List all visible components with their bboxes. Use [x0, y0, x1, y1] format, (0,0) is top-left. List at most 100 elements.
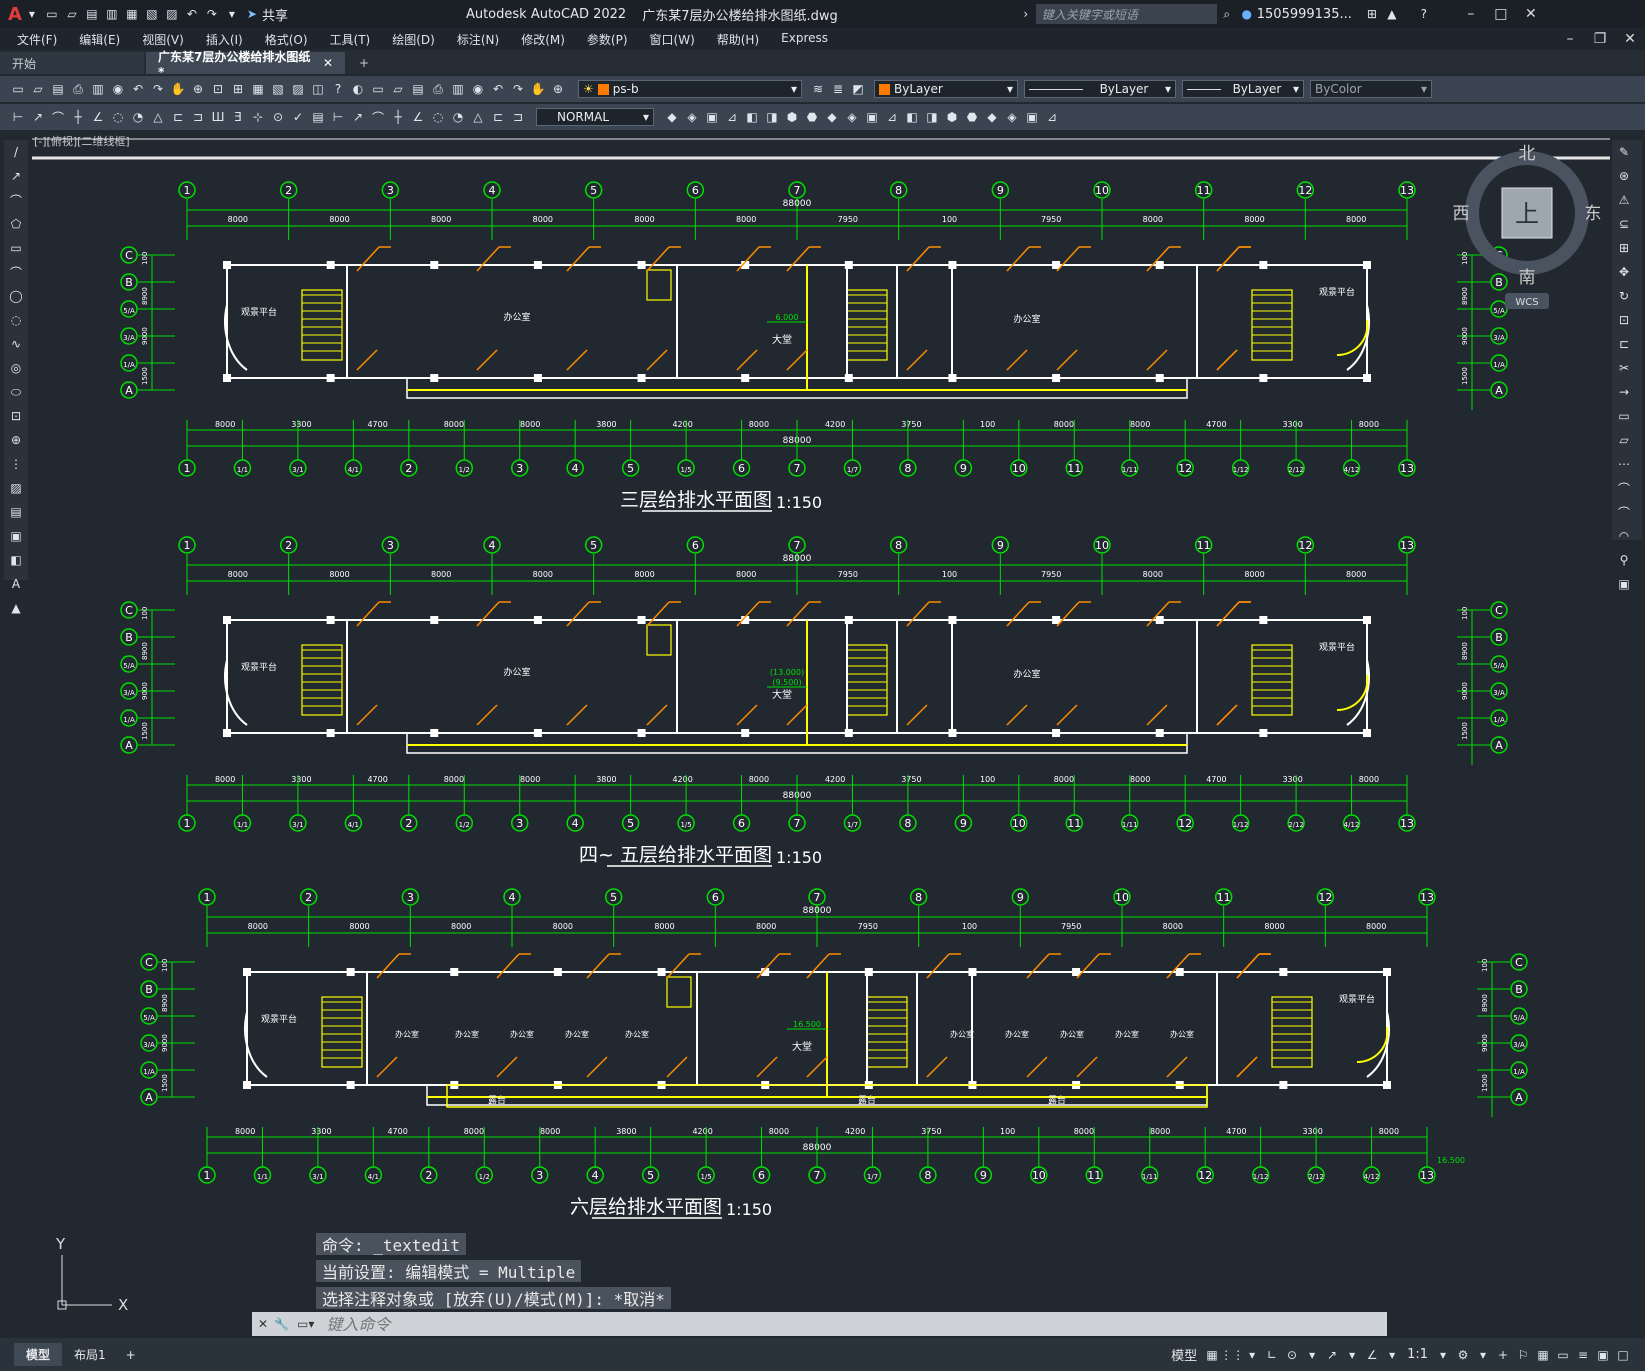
tool-19-icon[interactable]: ▱	[390, 81, 406, 97]
modify-tool-14-icon[interactable]: ⌒	[1616, 480, 1632, 496]
tool-10-icon[interactable]: ⊡	[210, 81, 226, 97]
dim-tool-2-icon[interactable]: ⌒	[50, 109, 66, 125]
tab-close-icon[interactable]: ✕	[323, 56, 333, 70]
add-layout-button[interactable]: +	[118, 1345, 144, 1365]
draw-tool-13-icon[interactable]: ⋮	[8, 456, 24, 472]
tool-14-icon[interactable]: ▨	[290, 81, 306, 97]
dim-tool-25-icon[interactable]: ⊐	[510, 109, 526, 125]
tool-6-icon[interactable]: ↶	[130, 81, 146, 97]
mod-tool-10-icon[interactable]: ▣	[864, 109, 880, 125]
tool-0-icon[interactable]: ▭	[10, 81, 26, 97]
menu-item-3[interactable]: 插入(I)	[206, 31, 243, 48]
maximize-button[interactable]: □	[1486, 6, 1516, 22]
textstyle-dropdown[interactable]: NORMAL ▾	[536, 108, 654, 126]
tool-11-icon[interactable]: ⊞	[230, 81, 246, 97]
mod-tool-3-icon[interactable]: ⊿	[724, 109, 740, 125]
tool-4-icon[interactable]: ▥	[90, 81, 106, 97]
saveas-icon[interactable]: ▥	[104, 6, 120, 22]
status-b-5-icon[interactable]: ▦	[1535, 1347, 1551, 1363]
mod-tool-11-icon[interactable]: ⊿	[884, 109, 900, 125]
tool-18-icon[interactable]: ▭	[370, 81, 386, 97]
new-tab-button[interactable]: +	[347, 52, 381, 74]
app-menu-chevron-icon[interactable]: ▾	[24, 6, 40, 22]
draw-tool-14-icon[interactable]: ▨	[8, 480, 24, 496]
dim-tool-23-icon[interactable]: △	[470, 109, 486, 125]
mod-tool-1-icon[interactable]: ◈	[684, 109, 700, 125]
viewcube-north[interactable]: 北	[1519, 144, 1536, 164]
mod-tool-4-icon[interactable]: ◧	[744, 109, 760, 125]
mod-tool-0-icon[interactable]: ◆	[664, 109, 680, 125]
tool-27-icon[interactable]: ⊕	[550, 81, 566, 97]
mod-tool-17-icon[interactable]: ◈	[1004, 109, 1020, 125]
open-icon[interactable]: ▱	[64, 6, 80, 22]
dim-tool-7-icon[interactable]: △	[150, 109, 166, 125]
mod-tool-16-icon[interactable]: ◆	[984, 109, 1000, 125]
mod-tool-18-icon[interactable]: ▣	[1024, 109, 1040, 125]
share-button[interactable]: 共享	[262, 5, 288, 24]
layer-tool-0-icon[interactable]: ≋	[810, 81, 826, 97]
dim-tool-3-icon[interactable]: ┼	[70, 109, 86, 125]
menu-item-7[interactable]: 标注(N)	[457, 31, 499, 48]
dim-tool-8-icon[interactable]: ⊏	[170, 109, 186, 125]
status-b-7-icon[interactable]: ≡	[1575, 1347, 1591, 1363]
mod-tool-12-icon[interactable]: ◧	[904, 109, 920, 125]
share-icon[interactable]: ➤	[244, 6, 260, 22]
menu-item-5[interactable]: 工具(T)	[330, 31, 371, 48]
status-b-0-icon[interactable]: ▾	[1435, 1347, 1451, 1363]
menu-item-11[interactable]: 帮助(H)	[717, 31, 759, 48]
status-2-icon[interactable]: ▾	[1244, 1347, 1260, 1363]
dim-tool-14-icon[interactable]: ✓	[290, 109, 306, 125]
tool-5-icon[interactable]: ◉	[110, 81, 126, 97]
menu-item-9[interactable]: 参数(P)	[587, 31, 628, 48]
mod-tool-5-icon[interactable]: ◨	[764, 109, 780, 125]
draw-tool-3-icon[interactable]: ⬠	[8, 216, 24, 232]
doc-restore-button[interactable]: ❐	[1585, 31, 1615, 47]
status-6-icon[interactable]: ↗	[1324, 1347, 1340, 1363]
menu-item-12[interactable]: Express	[781, 31, 828, 48]
tool-21-icon[interactable]: ⎙	[430, 81, 446, 97]
status-0-icon[interactable]: ▦	[1204, 1347, 1220, 1363]
draw-tool-8-icon[interactable]: ∿	[8, 336, 24, 352]
modify-tool-7-icon[interactable]: ⊡	[1616, 312, 1632, 328]
status-b-1-icon[interactable]: ⚙	[1455, 1347, 1471, 1363]
cmd-customize-icon[interactable]: 🔧	[274, 1317, 289, 1331]
a360-icon[interactable]: ▲	[1384, 6, 1400, 22]
draw-tool-9-icon[interactable]: ◎	[8, 360, 24, 376]
doc-close-button[interactable]: ✕	[1615, 31, 1645, 47]
model-space-button[interactable]: 模型	[1171, 1345, 1197, 1364]
tool-9-icon[interactable]: ⊕	[190, 81, 206, 97]
dim-tool-13-icon[interactable]: ⊙	[270, 109, 286, 125]
tab-start[interactable]: 开始	[0, 52, 144, 74]
plot-icon[interactable]: ▨	[164, 6, 180, 22]
modify-tool-0-icon[interactable]: ✎	[1616, 144, 1632, 160]
draw-tool-4-icon[interactable]: ▭	[8, 240, 24, 256]
modify-tool-5-icon[interactable]: ✥	[1616, 264, 1632, 280]
tool-3-icon[interactable]: ⎙	[70, 81, 86, 97]
dim-tool-21-icon[interactable]: ◌	[430, 109, 446, 125]
menu-item-0[interactable]: 文件(F)	[17, 31, 57, 48]
viewport-label[interactable]: [-][俯视][二维线框]	[34, 135, 130, 148]
mod-tool-9-icon[interactable]: ◈	[844, 109, 860, 125]
modify-tool-2-icon[interactable]: ⚠	[1616, 192, 1632, 208]
drawing-canvas[interactable]: [-][俯视][二维线框] 1 2 3 4 5 6 7 8 9 10 11 12 13880008000…	[32, 135, 1610, 1315]
modify-tool-18-icon[interactable]: ▣	[1616, 576, 1632, 592]
mod-tool-2-icon[interactable]: ▣	[704, 109, 720, 125]
tool-7-icon[interactable]: ↷	[150, 81, 166, 97]
mod-tool-15-icon[interactable]: ⬣	[964, 109, 980, 125]
menu-item-4[interactable]: 格式(O)	[265, 31, 308, 48]
new-icon[interactable]: ▭	[44, 6, 60, 22]
draw-tool-12-icon[interactable]: ⊕	[8, 432, 24, 448]
redo-icon[interactable]: ↷	[204, 6, 220, 22]
dim-tool-15-icon[interactable]: ▤	[310, 109, 326, 125]
dim-tool-10-icon[interactable]: Ш	[210, 109, 226, 125]
doc-minimize-button[interactable]: –	[1555, 31, 1585, 47]
draw-tool-10-icon[interactable]: ⬭	[8, 384, 24, 400]
mod-tool-6-icon[interactable]: ⬢	[784, 109, 800, 125]
tab-layout1[interactable]: 布局1	[62, 1343, 118, 1366]
viewcube-west[interactable]: 西	[1453, 204, 1470, 224]
draw-tool-11-icon[interactable]: ⊡	[8, 408, 24, 424]
dim-tool-11-icon[interactable]: Ǝ	[230, 109, 246, 125]
minimize-button[interactable]: –	[1456, 6, 1486, 22]
viewcube-east[interactable]: 东	[1585, 204, 1602, 224]
status-b-3-icon[interactable]: +	[1495, 1347, 1511, 1363]
